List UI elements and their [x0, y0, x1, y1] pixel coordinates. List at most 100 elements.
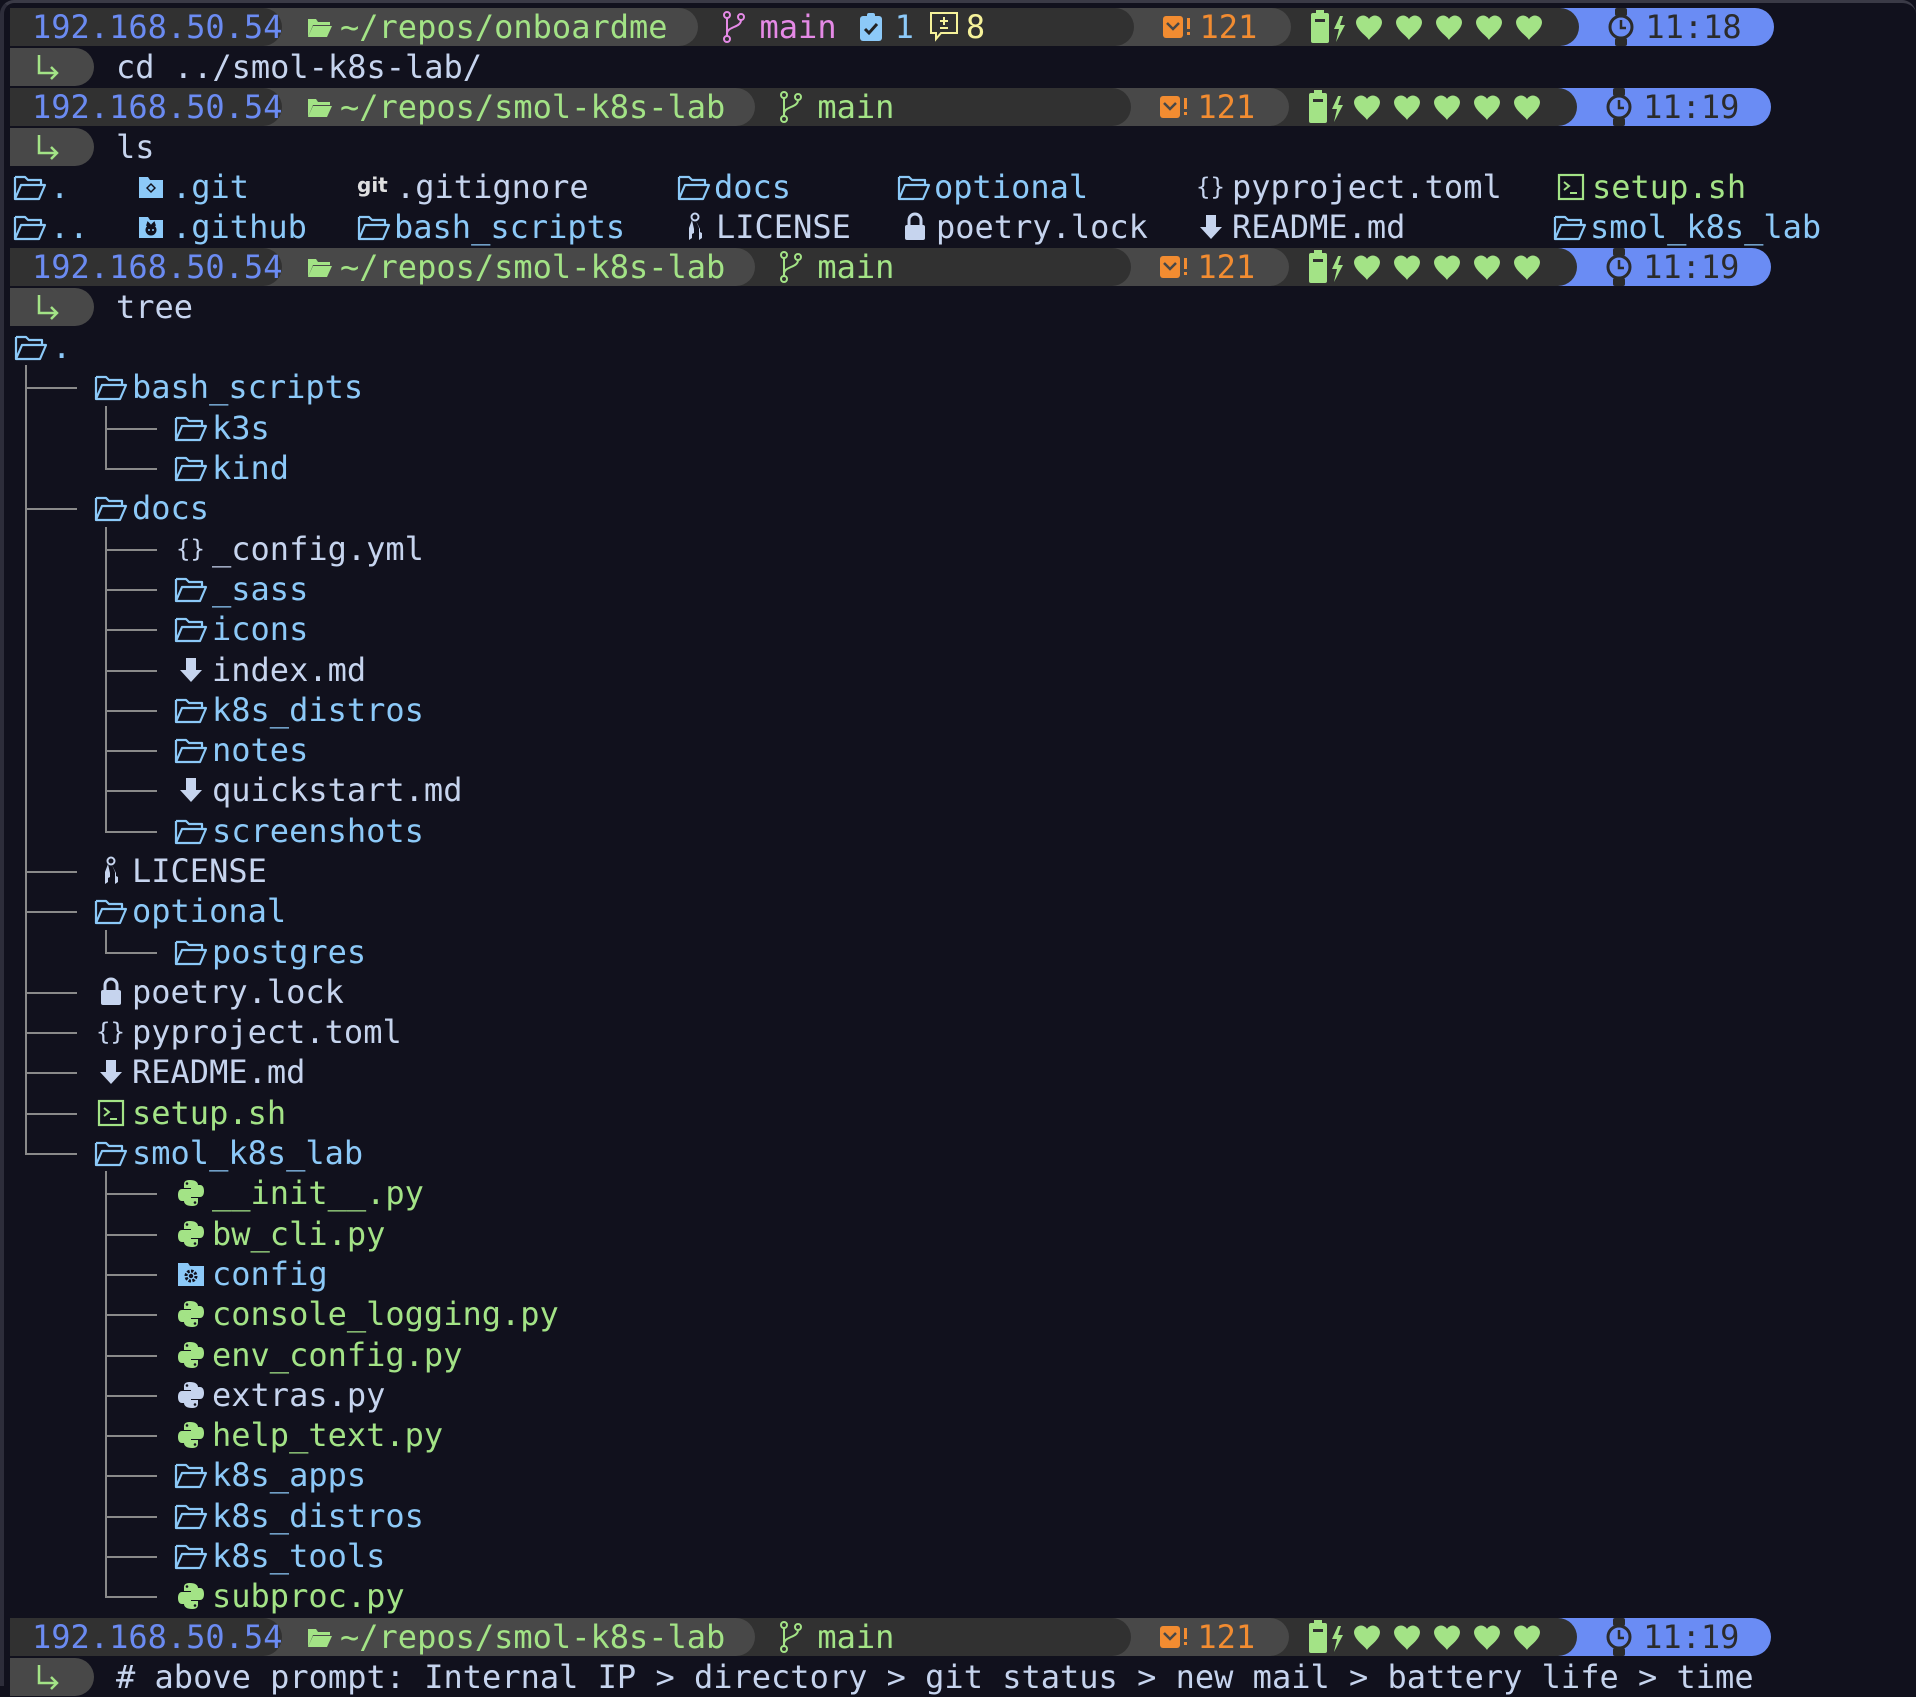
git-icon: git — [354, 167, 396, 207]
ls-entry[interactable]: git .gitignore — [354, 167, 589, 207]
tree-entry[interactable]: extras.py — [10, 1375, 1916, 1415]
prompt-bar: 192.168.50.54 ~/repos/smol-k8s-lab main 121… — [10, 248, 1916, 286]
tree-entry[interactable]: . — [10, 327, 1916, 367]
tree-entry[interactable]: setup.sh — [10, 1093, 1916, 1133]
tree-entry[interactable]: k3s — [10, 408, 1916, 448]
prompt-ip-segment: 192.168.50.54 — [10, 1617, 282, 1656]
terminal-output: 192.168.50.54 ~/repos/onboardme main 1 8 121 1… — [10, 7, 1916, 1697]
tree-entry[interactable]: __init__.py — [10, 1173, 1916, 1213]
command-text[interactable]: # above prompt: Internal IP > directory … — [116, 1657, 1754, 1697]
battery-charging-icon — [1309, 7, 1349, 47]
tree-entry-name: bash_scripts — [132, 368, 364, 407]
ls-entry[interactable]: smol_k8s_lab — [1550, 207, 1821, 247]
tree-entry[interactable]: k8s_tools — [10, 1536, 1916, 1576]
tree-entry[interactable]: docs — [10, 488, 1916, 528]
prompt-arrow — [10, 128, 94, 166]
tree-branch-line — [105, 1273, 157, 1276]
tree-entry[interactable]: help_text.py — [10, 1415, 1916, 1455]
lock-icon — [894, 207, 936, 247]
tree-entry[interactable]: README.md — [10, 1052, 1916, 1092]
tree-entry[interactable]: bw_cli.py — [10, 1214, 1916, 1254]
current-directory: ~/repos/smol-k8s-lab — [340, 1617, 726, 1656]
tree-entry-name: __init__.py — [212, 1174, 424, 1213]
tree-entry-name: kind — [212, 449, 290, 488]
tree-branch-line — [105, 790, 157, 793]
tree-entry[interactable]: k8s_distros — [10, 1496, 1916, 1536]
tree-entry[interactable]: screenshots — [10, 811, 1916, 851]
command-line[interactable]: # above prompt: Internal IP > directory … — [10, 1657, 1916, 1697]
battery-charging-icon — [1307, 1617, 1347, 1657]
ls-entry-name: smol_k8s_lab — [1590, 208, 1822, 246]
tree-entry[interactable]: postgres — [10, 931, 1916, 971]
prompt-directory-segment: ~/repos/smol-k8s-lab — [260, 88, 756, 126]
tree-branch-line — [25, 1032, 77, 1035]
ls-entry[interactable]: .git — [130, 167, 249, 207]
folder-open-icon — [90, 488, 132, 528]
tree-entry[interactable]: notes — [10, 730, 1916, 770]
tree-entry[interactable]: {} pyproject.toml — [10, 1012, 1916, 1052]
tree-branch-line — [105, 468, 157, 471]
python-icon — [170, 1576, 212, 1616]
tree-entry[interactable]: poetry.lock — [10, 972, 1916, 1012]
ls-entry[interactable]: poetry.lock — [894, 207, 1148, 247]
command-text[interactable]: ls — [116, 127, 155, 167]
ls-entry-name: .gitignore — [396, 168, 589, 206]
branch-icon — [771, 1617, 811, 1657]
ls-entry[interactable]: setup.sh — [1550, 167, 1746, 207]
tree-entry[interactable]: optional — [10, 891, 1916, 931]
tree-entry[interactable]: quickstart.md — [10, 770, 1916, 810]
heart-icon — [1389, 7, 1429, 47]
heart-icon — [1507, 87, 1547, 127]
ls-entry-name: setup.sh — [1592, 168, 1747, 206]
ls-entry[interactable]: optional — [894, 167, 1088, 207]
tree-entry-name: README.md — [132, 1053, 306, 1092]
tree-entry-name: k3s — [212, 408, 270, 447]
command-text[interactable]: cd ../smol-k8s-lab/ — [116, 47, 482, 87]
ls-entry[interactable]: README.md — [1190, 207, 1405, 247]
tree-entry[interactable]: kind — [10, 448, 1916, 488]
command-text[interactable]: tree — [116, 287, 193, 327]
tree-entry[interactable]: config — [10, 1254, 1916, 1294]
tree-entry[interactable]: {} _config.yml — [10, 528, 1916, 568]
terminal-window[interactable]: 192.168.50.54 ~/repos/onboardme main 1 8 121 1… — [0, 0, 1916, 1696]
prompt-bar: 192.168.50.54 ~/repos/smol-k8s-lab main 121… — [10, 1617, 1916, 1657]
tree-entry[interactable]: index.md — [10, 649, 1916, 689]
prompt-battery-segment — [1269, 7, 1580, 47]
prompt-battery-segment — [1267, 1617, 1578, 1657]
ls-entry-name: . — [50, 168, 70, 206]
tree-entry[interactable]: k8s_apps — [10, 1455, 1916, 1495]
ls-entry[interactable]: bash_scripts — [354, 207, 625, 247]
tree-branch-line — [105, 951, 157, 954]
tree-entry[interactable]: LICENSE — [10, 851, 1916, 891]
command-line[interactable]: cd ../smol-k8s-lab/ — [10, 47, 1916, 87]
python-icon — [170, 1375, 212, 1415]
command-line[interactable]: tree — [10, 287, 1916, 327]
prompt-battery-segment — [1267, 87, 1578, 127]
command-line[interactable]: ls — [10, 127, 1916, 167]
tree-entry[interactable]: smol_k8s_lab — [10, 1133, 1916, 1173]
tree-entry[interactable]: k8s_distros — [10, 690, 1916, 730]
ls-entry[interactable]: .github — [130, 207, 307, 247]
tree-entry-name: screenshots — [212, 811, 424, 850]
ls-entry[interactable]: {} pyproject.toml — [1190, 167, 1502, 207]
heart-icon — [1467, 87, 1507, 127]
git-staged-count: 1 — [894, 8, 914, 46]
ls-entry[interactable]: . — [10, 167, 69, 207]
tree-branch-line — [105, 427, 157, 430]
tree-entry[interactable]: _sass — [10, 569, 1916, 609]
folder-solid-icon — [300, 247, 340, 287]
folder-open-icon — [170, 932, 212, 972]
git-branch-name: main — [817, 1617, 895, 1656]
terminal-icon — [90, 1093, 132, 1133]
ls-entry[interactable]: .. — [10, 207, 89, 247]
tree-entry[interactable]: bash_scripts — [10, 367, 1916, 407]
tree-branch-line — [25, 508, 77, 511]
tree-entry[interactable]: subproc.py — [10, 1576, 1916, 1616]
tree-entry[interactable]: env_config.py — [10, 1334, 1916, 1374]
branch-icon — [714, 7, 754, 47]
ls-entry[interactable]: LICENSE — [674, 207, 851, 247]
tree-entry[interactable]: icons — [10, 609, 1916, 649]
folder-open-icon — [170, 811, 212, 851]
tree-entry[interactable]: console_logging.py — [10, 1294, 1916, 1334]
ls-entry[interactable]: docs — [674, 167, 791, 207]
